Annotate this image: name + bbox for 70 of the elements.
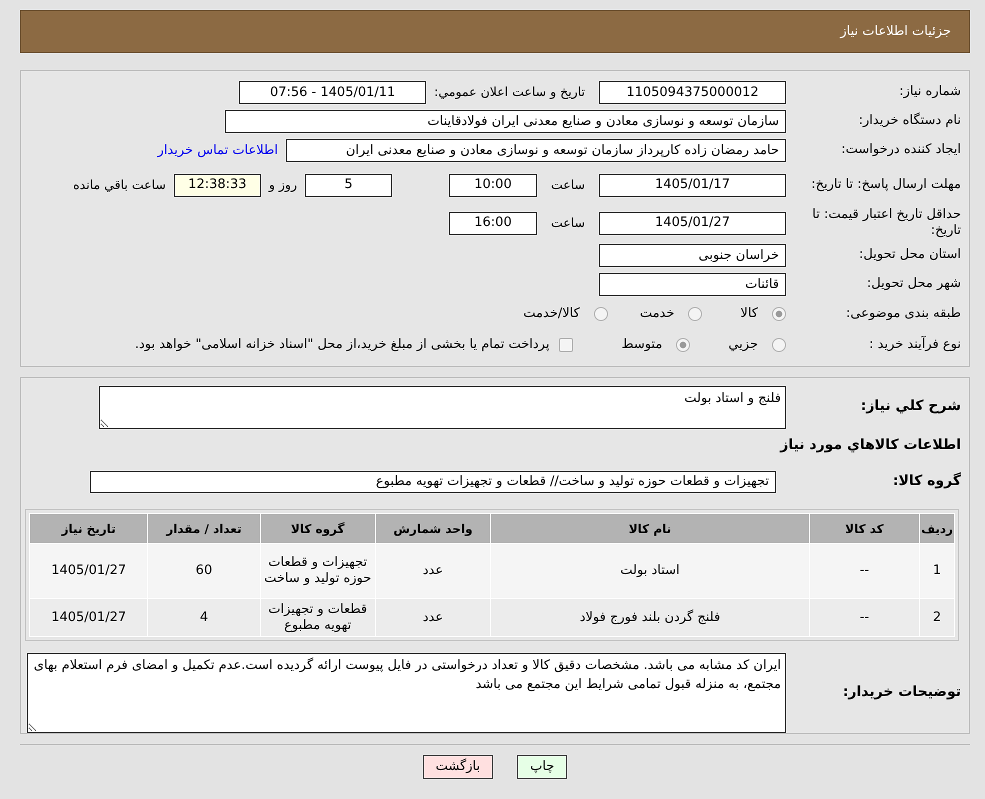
field-label: ايجاد کننده درخواست: [840,142,962,159]
table-cell: 1 [920,544,954,598]
table-cell: 2 [920,598,954,636]
radio-button[interactable] [688,307,702,321]
field-label: طبقه بندی موضوعی: [844,306,962,322]
field-label: استان محل تحويل: [858,247,962,264]
radio-button[interactable] [772,307,786,321]
table-cell: 60 [148,544,260,598]
countdown-field[interactable]: 12:38:33 [174,174,261,196]
text-field[interactable]: 1405/01/27 [599,212,786,234]
option-label: کالا/خدمت [523,305,580,324]
field-label: ساعت باقي مانده [73,176,166,194]
field-label: روز و [268,176,297,194]
field-label: نوع فرآیند خرید : [868,336,962,354]
table-cell: 1405/01/27 [30,598,148,636]
text-field[interactable]: 1405/01/17 [599,174,786,196]
column-header: ردیف [920,514,954,544]
text-field[interactable]: تجهیزات و قطعات حوزه تولید و ساخت// قطعات و تجهیزات تهویه مطبوع [90,470,776,492]
section-heading: اطلاعات کالاهاي مورد نياز [778,436,962,455]
field-label: توضیحات خریدار: [842,684,962,702]
table-cell: 4 [148,598,260,636]
field-label: مهلت ارسال پاسخ: تا تاریخ: [810,176,962,194]
option-label: جزيي [728,336,758,354]
column-header: گروه کالا [260,514,376,544]
back-button[interactable]: بازگشت [422,754,494,779]
field-label: شرح کلي نياز: [860,397,962,416]
text-field[interactable]: قائنات [599,273,786,296]
field-label: ساعت [550,176,585,194]
page-title: جزئیات اطلاعات نیاز [840,22,951,41]
print-button[interactable]: چاپ [517,754,568,779]
checkbox[interactable] [559,338,574,352]
table-cell: عدد [375,544,491,598]
contact-link[interactable]: اطلاعات تماس خريدار [158,140,278,160]
description-field[interactable]: فلنج و استاد بولت [99,386,786,429]
text-field[interactable]: 1405/01/11 - 07:56 [239,81,426,104]
column-header: تاریخ نیاز [30,514,148,544]
table-cell: فلنج گردن بلند فورج فولاد [490,598,810,636]
option-label: کالا [740,305,758,324]
field-label: حداقل تاريخ اعتبار قيمت: تا تاریخ: [811,206,962,240]
radio-button[interactable] [772,338,786,352]
text-field[interactable]: 1105094375000012 [599,81,786,104]
radio-button[interactable] [676,338,690,352]
option-label: متوسط [621,336,662,354]
field-label: گروه کالا: [892,472,962,490]
table-cell: -- [809,598,920,636]
text-field[interactable]: 10:00 [448,174,537,196]
text-field[interactable]: حامد رمضان زاده کارپرداز سازمان توسعه و نوسازی معادن و صنایع معدنی ایران [286,139,786,162]
checkbox-label: پرداخت تمام یا بخشی از مبلغ خرید،از محل "اسناد خزانه اسلامی" خواهد بود. [134,336,550,354]
column-header: نام کالا [490,514,810,544]
table-cell: عدد [375,598,491,636]
text-field[interactable]: سازمان توسعه و نوسازی معادن و صنایع معدنی ایران فولادقاینات [225,110,786,133]
column-header: تعداد / مقدار [148,514,260,544]
field-label: تاريخ و ساعت اعلان عمومي: [434,83,585,102]
table-cell: تجهیزات و قطعات حوزه تولید و ساخت [260,544,376,598]
field-label: شماره نیاز: [898,84,962,101]
notes-field[interactable]: ایران کد مشابه می باشد. مشخصات دقیق کالا و تعداد درخواستی در فایل پیوست ارائه گردیده است.عدم تکمیل و امضای فرم استعلام بهای مجتمع، به منزله قبول تمامی شرایط این مجتمع می باشد [27,652,786,733]
field-label: شهر محل تحويل: [866,276,962,293]
text-field[interactable]: 16:00 [448,212,537,234]
text-field[interactable]: خراسان جنوبی [599,244,786,267]
field-label: نام دستگاه خريدار: [858,113,962,130]
table-cell: قطعات و تجهیزات تهویه مطبوع [260,598,376,636]
column-header: واحد شمارش [375,514,491,544]
option-label: خدمت [640,305,674,324]
column-header: کد کالا [809,514,920,544]
text-field[interactable]: 5 [304,174,392,196]
table-cell: -- [809,544,920,598]
table-cell: استاد بولت [490,544,810,598]
table-cell: 1405/01/27 [30,544,148,598]
field-label: ساعت [550,214,585,232]
radio-button[interactable] [594,307,608,321]
